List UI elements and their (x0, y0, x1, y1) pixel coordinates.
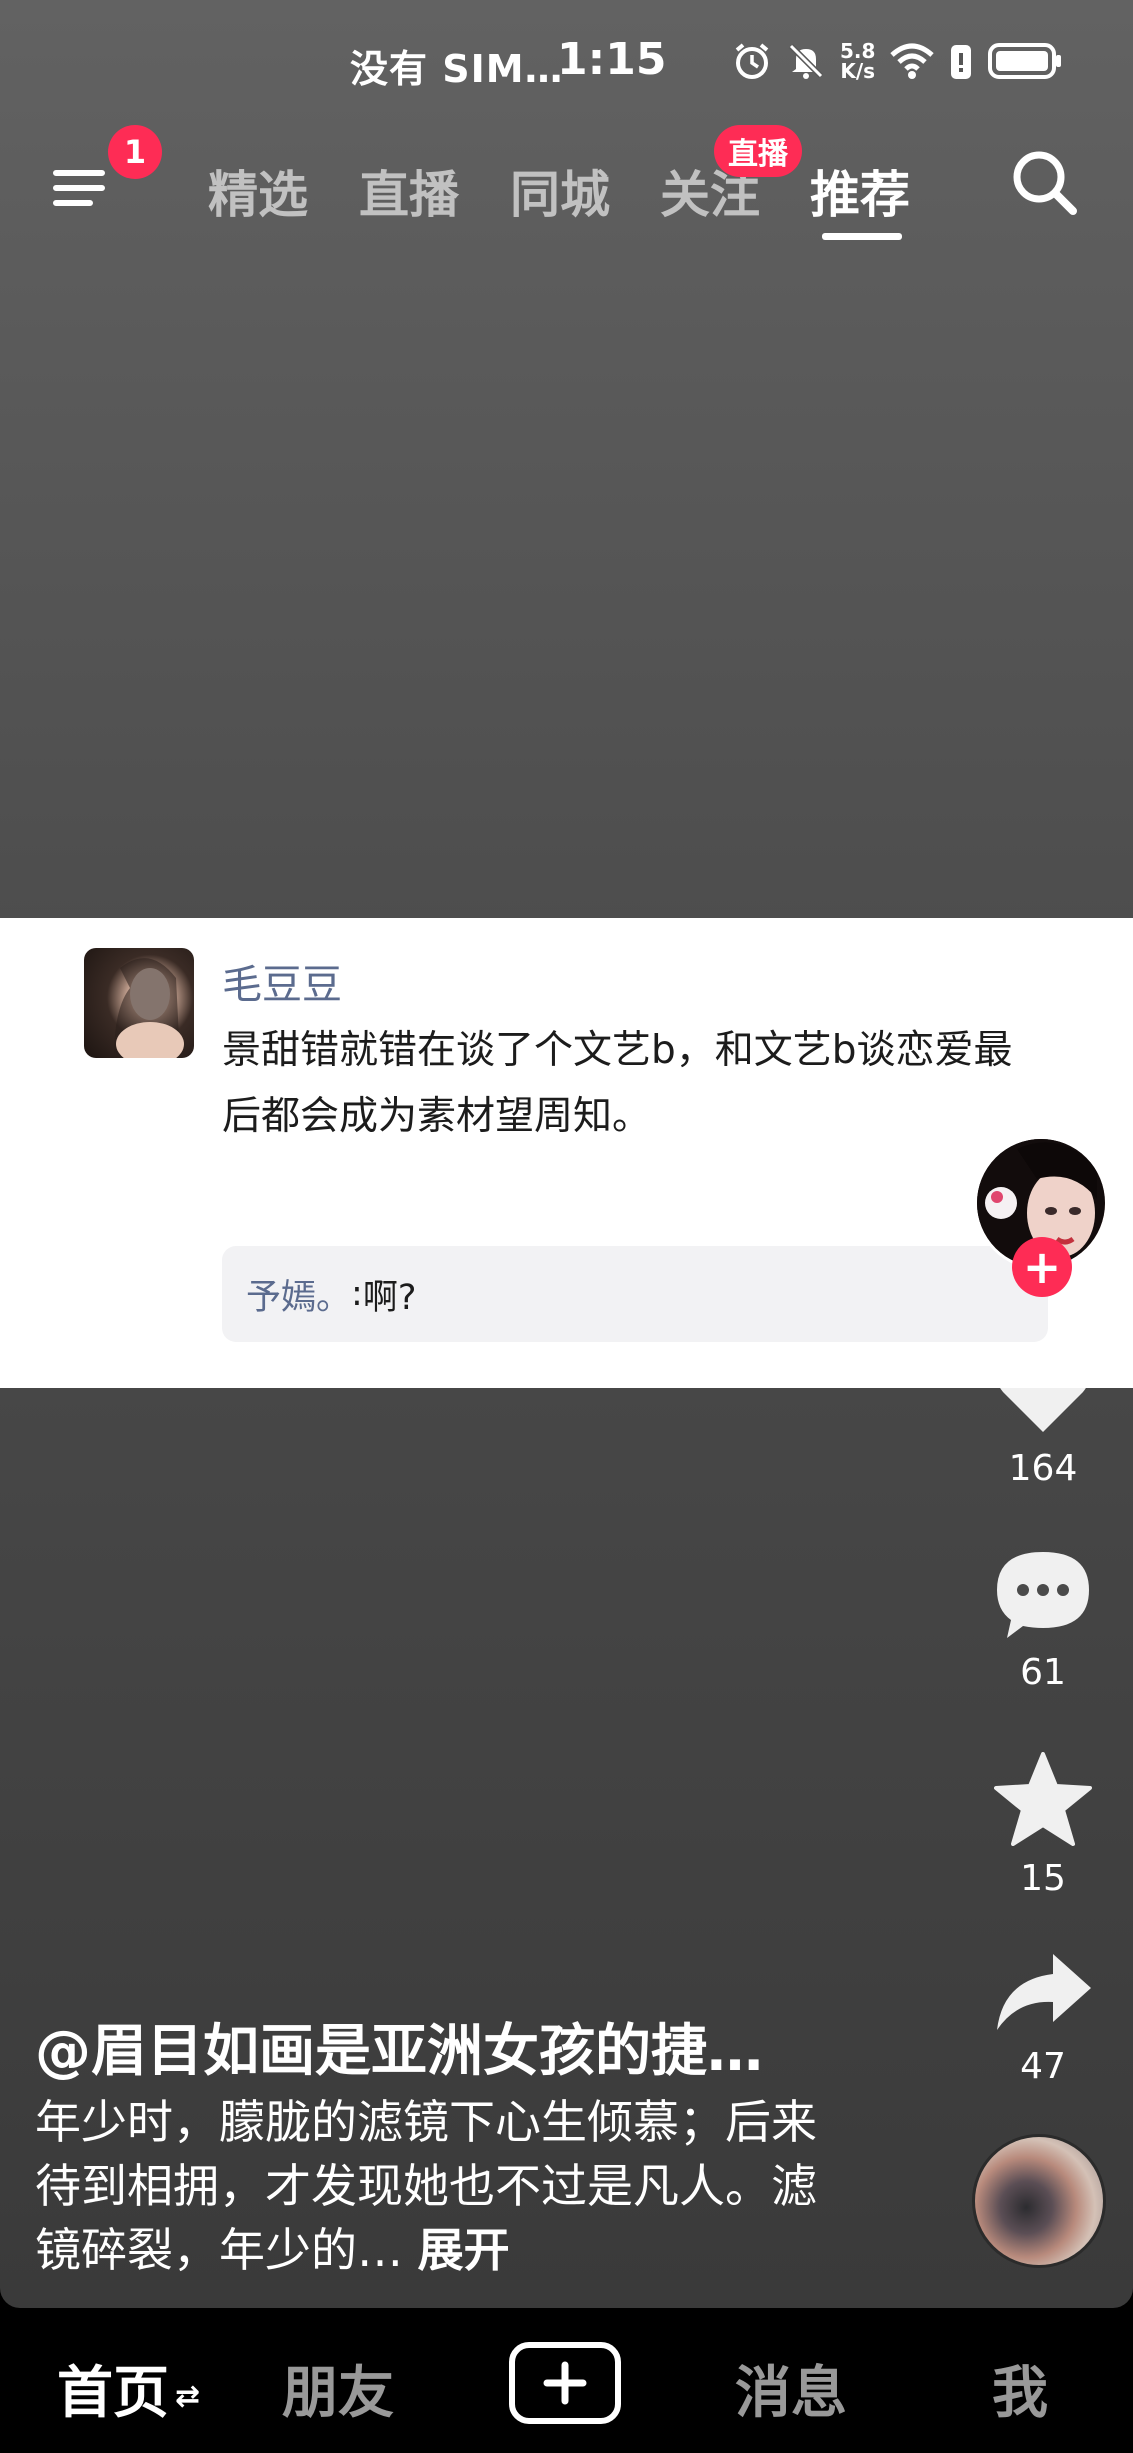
share-button[interactable]: 47 (985, 1950, 1101, 2087)
nav-messages[interactable]: 消息 (735, 2348, 847, 2429)
commenter-avatar[interactable] (84, 948, 194, 1058)
share-icon (997, 1954, 1091, 2030)
comment-reply[interactable]: 予嫣。: 啊? (222, 1246, 1048, 1342)
favorite-button[interactable]: 15 (985, 1752, 1101, 1899)
tab-local[interactable]: 同城 (510, 155, 610, 227)
star-icon (994, 1752, 1092, 1846)
create-button[interactable] (509, 2342, 621, 2424)
share-count: 47 (1020, 2046, 1066, 2087)
menu-notification-badge: 1 (108, 125, 162, 179)
video-screen[interactable]: 没有 SIM… 1:15 5.8 K/s 精选 直播 同城 关注 推荐 1 直播… (0, 0, 1133, 2308)
nav-home-label: 首页 (57, 2361, 169, 2426)
tab-featured[interactable]: 精选 (208, 155, 308, 227)
active-tab-indicator (822, 233, 902, 240)
favorite-count: 15 (1020, 1858, 1066, 1899)
expand-button[interactable]: 展开 (418, 2223, 510, 2277)
follow-button[interactable]: + (1012, 1237, 1072, 1297)
menu-icon[interactable] (50, 153, 120, 223)
avatar-portrait (114, 958, 184, 1058)
reply-text: 啊? (362, 1277, 417, 1318)
status-icons: 5.8 K/s (732, 38, 1063, 84)
live-badge: 直播 (714, 125, 802, 177)
nav-home[interactable]: 首页 ⇄ (57, 2348, 200, 2429)
reply-separator: : (351, 1274, 363, 1314)
comment-card: 毛豆豆 景甜错就错在谈了个文艺b，和文艺b谈恋爱最后都会成为素材望周知。 予嫣。… (0, 918, 1133, 1388)
carrier-label: 没有 SIM… (350, 47, 564, 91)
plus-icon (543, 2361, 587, 2405)
mute-icon (788, 43, 824, 79)
like-button[interactable]: 164 (985, 1346, 1101, 1489)
bottom-nav: 首页 ⇄ 朋友 消息 我 (0, 2308, 1133, 2453)
net-speed-value: 5.8 (840, 39, 876, 63)
battery-icon (988, 43, 1062, 79)
video-author-handle[interactable]: @眉目如画是亚洲女孩的捷… (35, 2006, 763, 2087)
swap-icon: ⇄ (175, 2379, 201, 2415)
tab-recommended[interactable]: 推荐 (810, 155, 910, 227)
comment-text: 景甜错就错在谈了个文艺b，和文艺b谈恋爱最后都会成为素材望周知。 (222, 1028, 1013, 1139)
wifi-icon (890, 43, 935, 79)
comment-icon (997, 1552, 1089, 1638)
net-speed: 5.8 K/s (840, 41, 875, 81)
top-nav: 精选 直播 同城 关注 推荐 (0, 125, 1133, 255)
battery-saver-icon (951, 45, 972, 79)
heart-icon (995, 1350, 1091, 1432)
commenter-name[interactable]: 毛豆豆 (222, 952, 342, 1010)
tab-live[interactable]: 直播 (359, 155, 459, 227)
comment-count: 61 (1020, 1652, 1066, 1693)
nav-me[interactable]: 我 (992, 2348, 1048, 2429)
search-icon[interactable] (1005, 143, 1085, 223)
clock: 1:15 (557, 34, 667, 85)
music-disc[interactable] (972, 2134, 1106, 2268)
video-description: 年少时，朦胧的滤镜下心生倾慕；后来待到相拥，才发现她也不过是凡人。滤镜碎裂，年少… (35, 2090, 825, 2282)
nav-friends[interactable]: 朋友 (282, 2348, 394, 2429)
reply-username: 予嫣。 (246, 1277, 352, 1318)
alarm-icon (735, 43, 769, 79)
status-bar: 没有 SIM… 1:15 5.8 K/s (0, 0, 1133, 120)
like-count: 164 (1008, 1448, 1078, 1489)
comment-button[interactable]: 61 (985, 1548, 1101, 1693)
net-speed-unit: K/s (840, 59, 876, 83)
